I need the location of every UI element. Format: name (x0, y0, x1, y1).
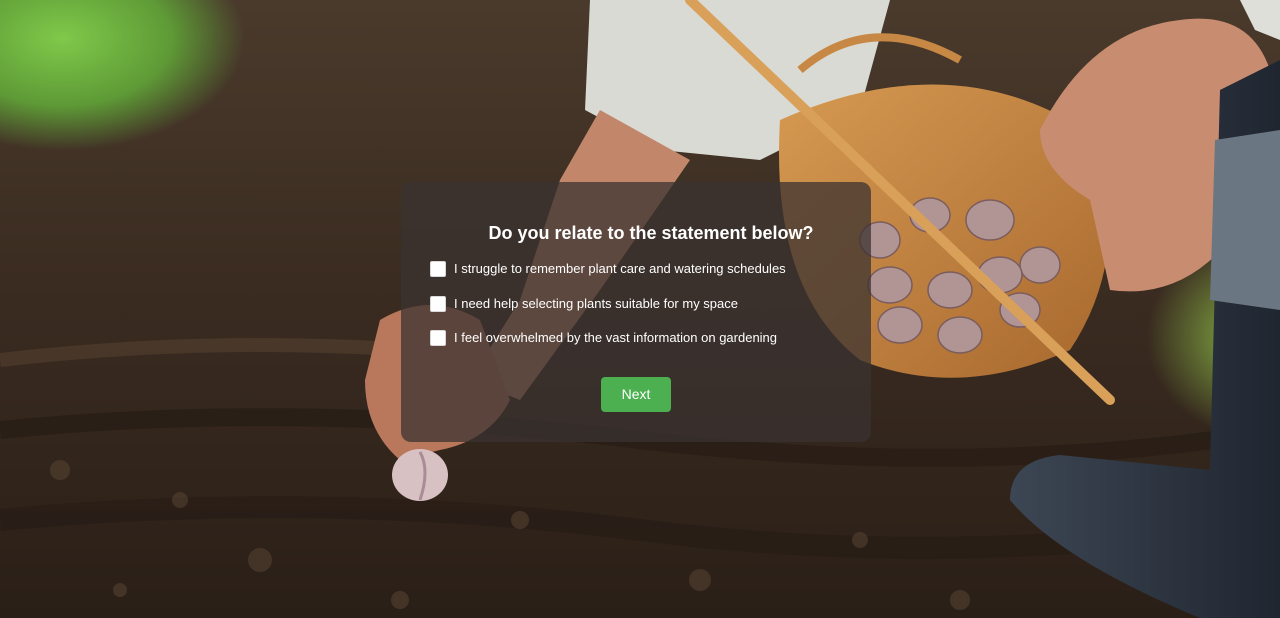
checkbox[interactable] (430, 295, 446, 312)
next-button[interactable]: Next (601, 376, 671, 412)
options-list: I struggle to remember plant care and wa… (430, 260, 786, 364)
option-label: I need help selecting plants suitable fo… (454, 295, 739, 311)
option-overwhelmed[interactable]: I feel overwhelmed by the vast informati… (430, 329, 786, 347)
checkbox[interactable] (430, 261, 446, 277)
checkbox[interactable] (430, 330, 446, 346)
survey-card: Do you relate to the statement below? I … (401, 182, 871, 442)
option-remember-care[interactable]: I struggle to remember plant care and wa… (430, 260, 786, 278)
page-root: Do you relate to the statement below? I … (0, 0, 1280, 618)
option-label: I feel overwhelmed by the vast informati… (454, 330, 778, 345)
survey-question: Do you relate to the statement below? (488, 223, 814, 243)
option-select-plants[interactable]: I need help selecting plants suitable fo… (430, 295, 786, 313)
option-label: I struggle to remember plant care and wa… (454, 261, 786, 276)
